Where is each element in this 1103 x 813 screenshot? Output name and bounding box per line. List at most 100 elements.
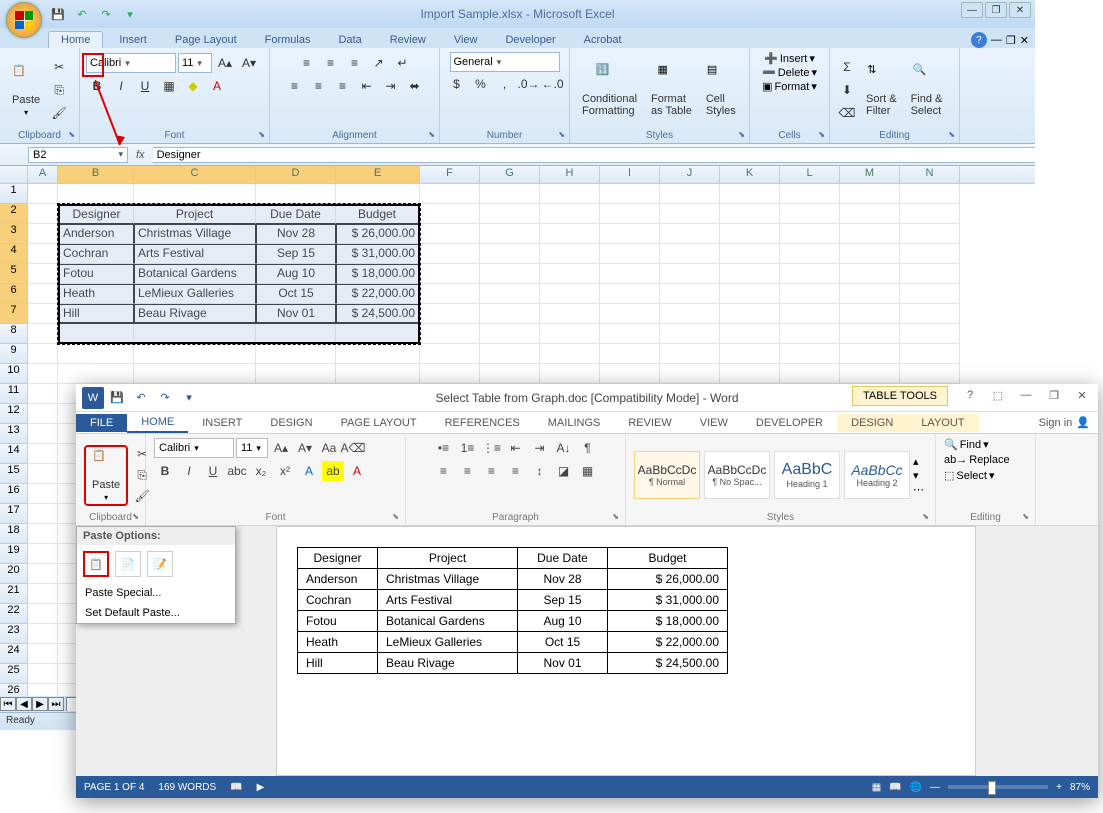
cell[interactable]: Heath [58, 284, 134, 304]
undo-icon[interactable]: ↶ [72, 4, 92, 24]
cell[interactable] [780, 264, 840, 284]
cell[interactable] [840, 264, 900, 284]
cell[interactable] [420, 204, 480, 224]
cell[interactable] [840, 184, 900, 204]
cell[interactable] [28, 564, 58, 584]
cell[interactable] [420, 224, 480, 244]
row-head-11[interactable]: 11 [0, 384, 28, 404]
cell[interactable] [28, 484, 58, 504]
cell[interactable] [900, 224, 960, 244]
cell[interactable] [900, 304, 960, 324]
cell[interactable] [134, 184, 256, 204]
cell[interactable] [480, 364, 540, 384]
cell[interactable] [720, 264, 780, 284]
cell[interactable] [660, 304, 720, 324]
cell[interactable] [28, 684, 58, 696]
row-head-16[interactable]: 16 [0, 484, 28, 504]
ribbon-min-icon[interactable]: — [991, 34, 1002, 46]
row-head-13[interactable]: 13 [0, 424, 28, 444]
cell[interactable] [660, 364, 720, 384]
cell[interactable] [28, 584, 58, 604]
cell[interactable] [58, 344, 134, 364]
sheet-nav-first-icon[interactable]: ⏮ [0, 697, 16, 711]
view-web-icon[interactable]: 🌐 [910, 782, 922, 793]
cell[interactable] [28, 404, 58, 424]
cell[interactable] [720, 244, 780, 264]
paste-merge-icon[interactable]: 📄 [115, 551, 141, 577]
multilevel-icon[interactable]: ⋮≡ [481, 438, 503, 458]
paste-button[interactable]: 📋 Paste ▾ [6, 62, 46, 119]
numbering-icon[interactable]: 1≡ [457, 438, 479, 458]
dec-indent-icon[interactable]: ⇤ [505, 438, 527, 458]
cell[interactable] [660, 344, 720, 364]
cell[interactable] [600, 204, 660, 224]
cell[interactable] [28, 524, 58, 544]
format-cells-button[interactable]: ▣Format▾ [762, 80, 817, 93]
cell[interactable] [660, 244, 720, 264]
sheet-nav-next-icon[interactable]: ▶ [32, 697, 48, 711]
word-cell[interactable]: Cochran [298, 590, 378, 611]
row-head-23[interactable]: 23 [0, 624, 28, 644]
cell[interactable] [28, 384, 58, 404]
cell[interactable] [780, 244, 840, 264]
col-L[interactable]: L [780, 166, 840, 183]
wth-budget[interactable]: Budget [608, 548, 728, 569]
font-size-combo[interactable]: 11 [178, 53, 212, 73]
align-center-icon[interactable]: ≡ [308, 75, 330, 97]
cell[interactable] [780, 304, 840, 324]
qat-more-icon[interactable]: ▾ [120, 4, 140, 24]
cell[interactable]: Beau Rivage [134, 304, 256, 324]
cell[interactable] [720, 364, 780, 384]
zoom-in-icon[interactable]: + [1056, 782, 1062, 793]
word-close-button[interactable]: ✕ [1070, 386, 1094, 404]
tab-insert[interactable]: Insert [107, 32, 159, 48]
italic-button[interactable]: I [110, 75, 132, 97]
word-tab-home[interactable]: HOME [127, 413, 188, 433]
cell[interactable] [336, 184, 420, 204]
zoom-value[interactable]: 87% [1070, 782, 1090, 793]
word-cell[interactable]: Fotou [298, 611, 378, 632]
col-F[interactable]: F [420, 166, 480, 183]
tab-acrobat[interactable]: Acrobat [572, 32, 634, 48]
cell[interactable] [28, 544, 58, 564]
cell[interactable] [840, 364, 900, 384]
word-italic[interactable]: I [178, 461, 200, 481]
align-left-icon[interactable]: ≡ [284, 75, 306, 97]
word-qat-more-icon[interactable]: ▾ [178, 387, 200, 409]
paste-special-item[interactable]: Paste Special... [77, 583, 235, 603]
tab-page-layout[interactable]: Page Layout [163, 32, 249, 48]
col-D[interactable]: D [256, 166, 336, 183]
word-tab-mailings[interactable]: MAILINGS [534, 414, 615, 432]
sort-filter-button[interactable]: ⇅Sort & Filter [860, 61, 903, 119]
restore-button[interactable]: ❐ [985, 2, 1007, 18]
cell[interactable] [900, 204, 960, 224]
word-tab-review[interactable]: REVIEW [614, 414, 685, 432]
cell[interactable] [28, 324, 58, 344]
align-mid-icon[interactable]: ≡ [320, 52, 342, 74]
cell[interactable] [28, 624, 58, 644]
cell[interactable]: $ 24,500.00 [336, 304, 420, 324]
number-format-combo[interactable]: General [450, 52, 560, 72]
fx-icon[interactable]: fx [136, 149, 145, 161]
formula-input[interactable]: Designer [153, 147, 1035, 163]
word-underline[interactable]: U [202, 461, 224, 481]
cell[interactable] [900, 344, 960, 364]
cell[interactable] [720, 284, 780, 304]
cell[interactable] [780, 344, 840, 364]
word-ribbon-opts-icon[interactable]: ⬚ [986, 386, 1010, 404]
paste-text-only-icon[interactable]: 📝 [147, 551, 173, 577]
word-find-button[interactable]: 🔍Find▾ [944, 438, 989, 451]
cell[interactable] [600, 224, 660, 244]
cell[interactable] [840, 244, 900, 264]
col-G[interactable]: G [480, 166, 540, 183]
col-C[interactable]: C [134, 166, 256, 183]
word-subscript-icon[interactable]: x₂ [250, 461, 272, 481]
cell[interactable] [28, 224, 58, 244]
row-head-2[interactable]: 2 [0, 204, 28, 224]
cell[interactable] [480, 244, 540, 264]
word-cell[interactable]: Arts Festival [378, 590, 518, 611]
word-paste-button[interactable]: 📋 Paste ▾ [84, 445, 128, 506]
row-head-17[interactable]: 17 [0, 504, 28, 524]
find-select-button[interactable]: 🔍Find & Select [905, 61, 949, 119]
cell[interactable] [480, 184, 540, 204]
